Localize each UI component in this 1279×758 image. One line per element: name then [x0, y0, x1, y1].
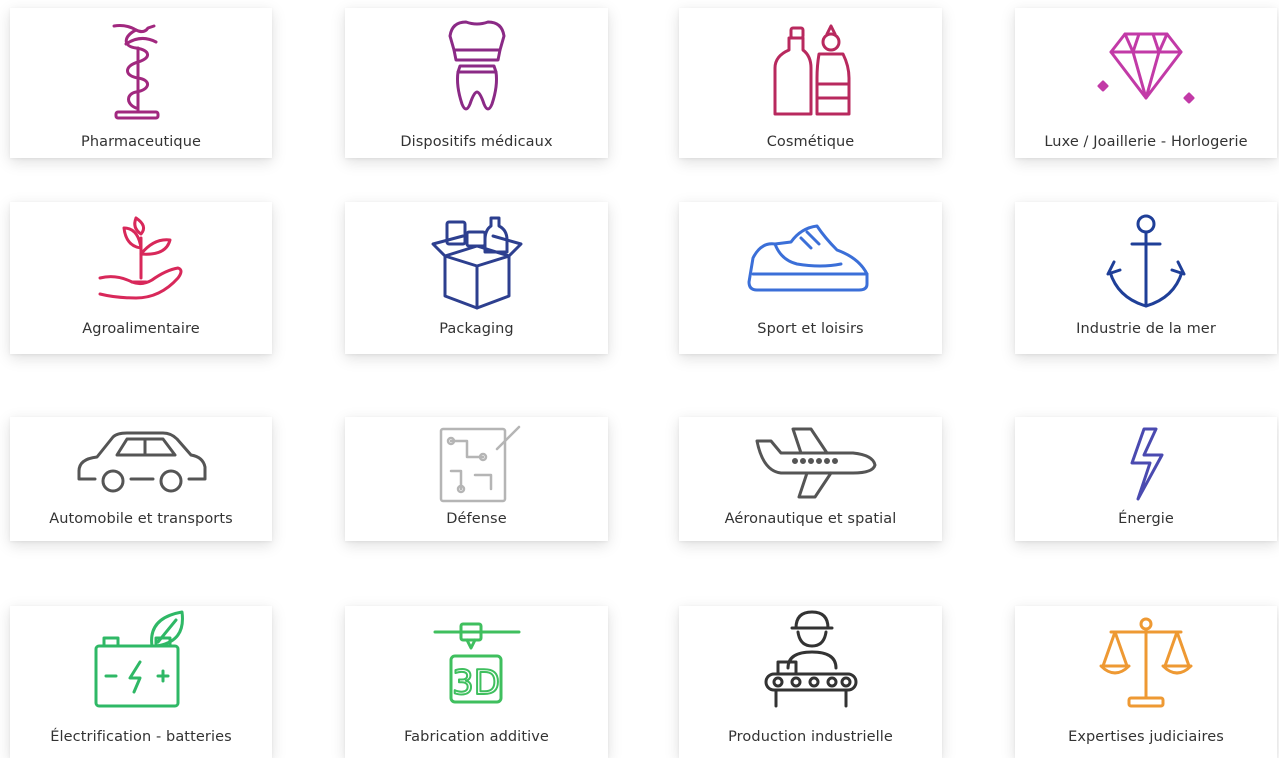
sector-label: Industrie de la mer [1076, 321, 1216, 337]
sector-label: Sport et loisirs [757, 321, 864, 337]
sector-card-energie[interactable]: Énergie [1015, 417, 1277, 541]
sector-label: Défense [446, 511, 507, 527]
sector-label: Dispositifs médicaux [400, 134, 553, 150]
sector-card-dispositifs-medicaux[interactable]: Dispositifs médicaux [345, 8, 608, 158]
sector-card-sport-loisirs[interactable]: Sport et loisirs [679, 202, 942, 354]
sector-label: Production industrielle [728, 729, 893, 745]
sector-label: Automobile et transports [49, 511, 233, 527]
sector-label: Agroalimentaire [82, 321, 200, 337]
sector-card-cosmetique[interactable]: Cosmétique [679, 8, 942, 158]
sector-card-automobile[interactable]: Automobile et transports [10, 417, 272, 541]
sneaker-icon [679, 208, 942, 308]
battery-leaf-icon [10, 606, 272, 716]
dental-crown-icon [345, 14, 608, 124]
car-icon [10, 423, 272, 499]
circuit-board-icon [345, 423, 608, 503]
anchor-icon [1015, 208, 1277, 318]
sector-card-aeronautique[interactable]: Aéronautique et spatial [679, 417, 942, 541]
sector-card-defense[interactable]: Défense [345, 417, 608, 541]
sector-label: Fabrication additive [404, 729, 549, 745]
sector-label: Aéronautique et spatial [724, 511, 897, 527]
sector-card-packaging[interactable]: Packaging [345, 202, 608, 354]
svg-text:3D: 3D [452, 663, 500, 703]
sector-label: Cosmétique [766, 134, 855, 150]
airplane-icon [679, 423, 942, 503]
sector-label: Luxe / Joaillerie - Horlogerie [1044, 134, 1248, 150]
sector-card-expertises-judiciaires[interactable]: Expertises judiciaires [1015, 606, 1277, 758]
cosmetic-bottles-icon [679, 14, 942, 124]
sector-label: Pharmaceutique [80, 134, 202, 150]
sector-card-production-industrielle[interactable]: Production industrielle [679, 606, 942, 758]
sector-card-luxe[interactable]: Luxe / Joaillerie - Horlogerie [1015, 8, 1277, 158]
3d-printer-icon: 3D [345, 606, 608, 716]
plant-hand-icon [10, 208, 272, 308]
sector-label: Électrification - batteries [50, 729, 232, 745]
open-box-icon [345, 208, 608, 318]
diamond-icon [1015, 14, 1277, 124]
sector-card-pharmaceutique[interactable]: Pharmaceutique [10, 8, 272, 158]
sector-grid: Pharmaceutique Dispositifs médicaux Cosm… [0, 0, 1279, 758]
sector-card-electrification[interactable]: Électrification - batteries [10, 606, 272, 758]
sector-label: Packaging [439, 321, 514, 337]
caduceus-icon [10, 14, 272, 124]
scales-icon [1015, 606, 1277, 716]
factory-worker-icon [679, 606, 942, 716]
lightning-icon [1015, 423, 1277, 503]
sector-label: Expertises judiciaires [1068, 729, 1224, 745]
sector-card-agroalimentaire[interactable]: Agroalimentaire [10, 202, 272, 354]
sector-card-fabrication-additive[interactable]: 3D Fabrication additive [345, 606, 608, 758]
sector-label: Énergie [1118, 511, 1174, 527]
sector-card-industrie-mer[interactable]: Industrie de la mer [1015, 202, 1277, 354]
